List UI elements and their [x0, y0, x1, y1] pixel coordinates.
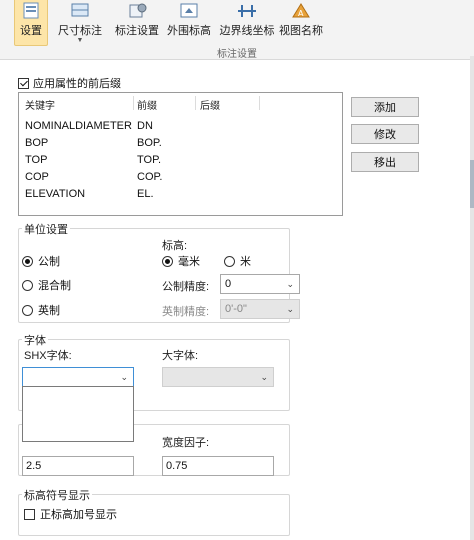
metric-precision-select[interactable]: 0 ⌄: [220, 274, 300, 294]
radio-mixed-label: 混合制: [38, 280, 71, 292]
annotation-settings-icon: [126, 2, 148, 20]
ribbon-toolbar: 设置 尺寸标注 ▼ 标注设置 外围标高 边界线坐标 A 视图名称 标注设置: [0, 0, 474, 60]
table-row-prefix[interactable]: TOP.: [137, 154, 161, 166]
ribbon-group-label: 标注设置: [217, 49, 257, 60]
radio-imperial-label: 英制: [38, 305, 60, 317]
unit-settings-title: 单位设置: [22, 221, 70, 237]
column-divider: [259, 96, 260, 110]
radio-imperial[interactable]: 英制: [22, 302, 60, 318]
column-header-keyword[interactable]: 关键字: [25, 97, 55, 112]
imperial-precision-value: 0'-0": [225, 303, 247, 315]
column-header-suffix[interactable]: 后缀: [200, 97, 220, 112]
column-divider: [133, 96, 134, 110]
elevation-symbol-title: 标高符号显示: [22, 487, 92, 503]
radio-mixed-dot[interactable]: [22, 279, 33, 291]
view-name-icon: A: [290, 2, 312, 20]
shx-font-label: SHX字体:: [24, 350, 72, 362]
text-height-input[interactable]: 2.5: [22, 456, 134, 476]
annotation-settings-label: 标注设置: [115, 25, 159, 37]
plus-sign-label: 正标高加号显示: [40, 509, 117, 521]
table-row-key[interactable]: TOP: [25, 154, 47, 166]
column-divider: [195, 96, 196, 110]
radio-metric-dot[interactable]: [22, 255, 33, 267]
svg-text:A: A: [298, 9, 304, 18]
chevron-down-icon: ⌄: [286, 279, 294, 289]
bigfont-label: 大字体:: [162, 350, 199, 362]
column-header-prefix[interactable]: 前缀: [137, 97, 157, 112]
apply-prefix-checkbox-row[interactable]: 应用属性的前后缀: [18, 75, 121, 91]
scrollbar-thumb[interactable]: [470, 160, 474, 208]
dimension-button[interactable]: 尺寸标注 ▼: [58, 0, 102, 46]
boundary-coordinate-label: 边界线坐标: [219, 25, 275, 37]
table-row-prefix[interactable]: DN: [137, 120, 153, 132]
table-row-key[interactable]: NOMINALDIAMETER: [25, 120, 132, 132]
table-row-prefix[interactable]: BOP.: [137, 137, 162, 149]
metric-precision-label: 公制精度:: [162, 281, 210, 293]
dimension-label: 尺寸标注: [58, 25, 102, 37]
width-factor-input[interactable]: 0.75: [162, 456, 274, 476]
metric-precision-value: 0: [225, 278, 232, 290]
radio-millimeter[interactable]: 毫米: [162, 253, 200, 269]
table-row-key[interactable]: ELEVATION: [25, 188, 85, 200]
imperial-precision-label: 英制精度:: [162, 306, 210, 318]
table-row-key[interactable]: COP: [25, 171, 49, 183]
radio-meter[interactable]: 米: [224, 253, 251, 269]
width-factor-label: 宽度因子:: [162, 437, 210, 449]
settings-button[interactable]: 设置: [14, 0, 48, 46]
chevron-down-icon[interactable]: ▼: [77, 37, 84, 44]
chevron-down-icon: ⌄: [260, 372, 268, 382]
radio-metric-label: 公制: [38, 256, 60, 268]
dimension-icon: [69, 2, 91, 20]
table-row-prefix[interactable]: COP.: [137, 171, 162, 183]
shx-font-select[interactable]: ⌄: [22, 367, 134, 387]
elevation-label: 外围标高: [167, 25, 211, 37]
prefix-table[interactable]: 关键字 前缀 后缀 NOMINALDIAMETER DN BOP BOP. TO…: [18, 92, 343, 216]
shx-font-dropdown-list[interactable]: [22, 386, 134, 442]
view-name-label: 视图名称: [279, 25, 323, 37]
chevron-down-icon: ⌄: [286, 304, 294, 314]
apply-prefix-label: 应用属性的前后缀: [33, 78, 121, 90]
settings-icon: [20, 2, 42, 20]
bigfont-select[interactable]: ⌄: [162, 367, 274, 387]
apply-prefix-checkbox[interactable]: [18, 77, 29, 89]
radio-meter-label: 米: [240, 256, 251, 268]
radio-mixed[interactable]: 混合制: [22, 277, 71, 293]
plus-sign-checkbox[interactable]: [24, 508, 35, 520]
add-button[interactable]: 添加: [351, 97, 419, 117]
radio-imperial-dot[interactable]: [22, 304, 33, 316]
chevron-down-icon: ⌄: [120, 372, 128, 382]
table-row-key[interactable]: BOP: [25, 137, 48, 149]
scrollbar-track[interactable]: [470, 56, 474, 540]
edit-button[interactable]: 修改: [351, 124, 419, 144]
boundary-coordinate-button[interactable]: 边界线坐标: [219, 0, 275, 46]
radio-millimeter-label: 毫米: [178, 256, 200, 268]
boundary-coordinate-icon: [236, 2, 258, 20]
view-name-button[interactable]: A 视图名称: [279, 0, 323, 46]
table-row-prefix[interactable]: EL.: [137, 188, 154, 200]
remove-button[interactable]: 移出: [351, 152, 419, 172]
elevation-icon: [178, 2, 200, 20]
font-title: 字体: [22, 332, 48, 348]
radio-meter-dot[interactable]: [224, 255, 235, 267]
elevation-button[interactable]: 外围标高: [166, 0, 212, 46]
radio-metric[interactable]: 公制: [22, 253, 60, 269]
settings-label: 设置: [20, 25, 42, 37]
plus-sign-checkbox-row[interactable]: 正标高加号显示: [24, 506, 117, 522]
imperial-precision-select[interactable]: 0'-0" ⌄: [220, 299, 300, 319]
radio-millimeter-dot[interactable]: [162, 255, 173, 267]
annotation-settings-button[interactable]: 标注设置: [114, 0, 160, 46]
elevation-unit-label: 标高:: [162, 240, 188, 252]
